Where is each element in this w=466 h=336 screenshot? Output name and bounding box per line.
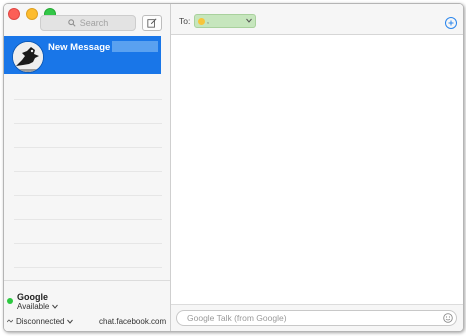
list-item (14, 244, 162, 268)
compose-button[interactable] (142, 15, 162, 31)
list-item (14, 220, 162, 244)
search-icon (68, 19, 76, 27)
add-contact-button[interactable] (445, 17, 457, 29)
list-item (14, 148, 162, 172)
chevron-down-icon (52, 304, 59, 309)
message-input[interactable] (176, 310, 457, 326)
compose-icon (147, 18, 157, 28)
redacted-recipient (112, 41, 158, 52)
connection-status: Disconnected (16, 317, 65, 326)
search-field[interactable]: Search (40, 15, 136, 31)
list-item (14, 124, 162, 148)
messages-window: Search New Message to Google Available D… (3, 3, 464, 332)
emoji-icon[interactable] (443, 313, 453, 323)
chevron-down-icon (67, 319, 74, 324)
server-name: chat.facebook.com (99, 317, 167, 326)
list-item (14, 172, 162, 196)
recipient-token[interactable]: , (194, 14, 256, 28)
to-label: To: (179, 16, 191, 26)
connection-bar: Disconnected chat.facebook.com (4, 314, 170, 331)
recipient-separator: , (207, 17, 209, 25)
bird-avatar-icon (13, 42, 43, 72)
conversation-title: New Message to (48, 42, 122, 53)
minimize-window-button[interactable] (26, 8, 38, 20)
sidebar: Search New Message to Google Available D… (4, 4, 171, 331)
search-placeholder: Search (79, 18, 109, 28)
recipient-bar: To: , (171, 4, 463, 35)
disconnected-icon (7, 319, 13, 323)
connection-status-menu[interactable]: Disconnected (7, 317, 74, 326)
list-item (14, 196, 162, 220)
status-menu[interactable]: Available (17, 302, 59, 311)
status-dot-icon (7, 298, 13, 304)
conversation-pane: To: , (171, 4, 463, 331)
chevron-down-icon (246, 18, 252, 23)
message-input-bar (171, 304, 463, 331)
list-item (14, 100, 162, 124)
avatar (12, 41, 44, 73)
close-window-button[interactable] (8, 8, 20, 20)
add-contact-icon (448, 20, 454, 26)
recipient-status-icon (198, 17, 205, 25)
conversation-list-empty-rows (14, 76, 162, 292)
conversation-item-new-message[interactable]: New Message to (4, 36, 161, 74)
account-name: Google (17, 292, 48, 302)
status-label: Available (17, 302, 50, 311)
list-item (14, 76, 162, 100)
